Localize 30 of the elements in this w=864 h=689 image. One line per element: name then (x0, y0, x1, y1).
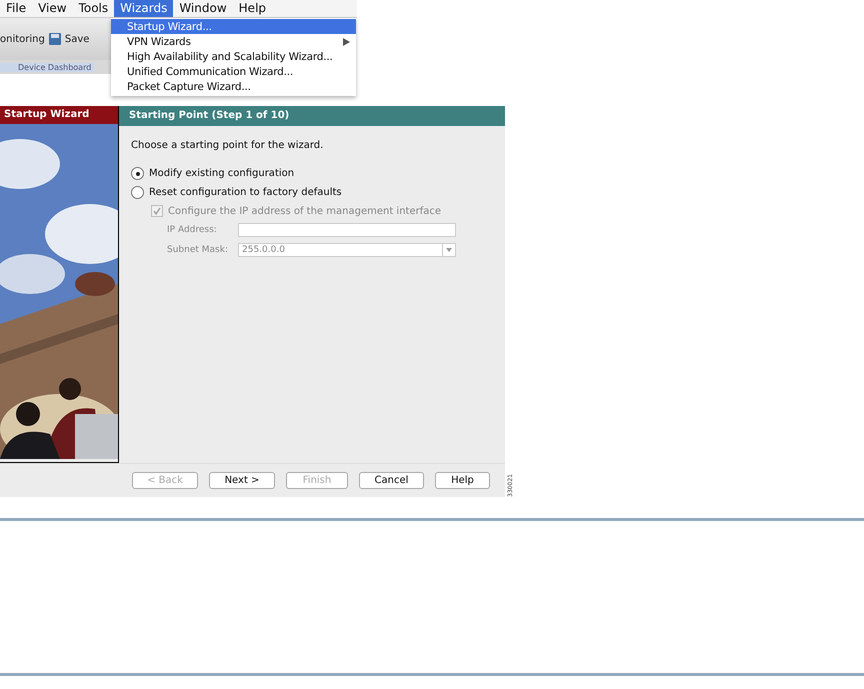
ip-address-field[interactable] (238, 223, 456, 237)
checkbox-label: Configure the IP address of the management interface (168, 206, 442, 216)
menu-entry[interactable]: High Availability and Scalability Wizard... (111, 49, 356, 64)
dialog-button[interactable]: Cancel (359, 472, 424, 489)
wizard-title: Startup Wizard (0, 106, 118, 124)
menu-entry[interactable]: VPN Wizards (111, 34, 356, 49)
menu-item[interactable]: File (0, 0, 32, 17)
save-button[interactable]: Save (64, 34, 90, 44)
menu-item[interactable]: View (32, 0, 73, 17)
radio-label[interactable]: Reset configuration to factory defaults (149, 187, 342, 198)
field-label: IP Address: (167, 225, 218, 235)
radio-button[interactable] (131, 167, 144, 180)
menu-item[interactable]: Tools (72, 0, 114, 17)
dialog-button[interactable]: Next > (209, 472, 275, 489)
radio-label[interactable]: Modify existing configuration (149, 168, 294, 179)
menu-item[interactable]: Help (232, 0, 272, 17)
menu-item[interactable]: Window (173, 0, 233, 17)
dialog-button[interactable]: Help (435, 472, 490, 489)
prompt-text: Choose a starting point for the wizard. (131, 140, 324, 151)
menu-entry[interactable]: Packet Capture Wizard... (111, 79, 356, 94)
menu-entry[interactable]: Startup Wizard... (111, 19, 356, 34)
caret-icon (446, 248, 452, 252)
step-title: Starting Point (Step 1 of 10) (119, 106, 505, 126)
radio-button[interactable] (131, 186, 144, 199)
menu-entry[interactable]: Unified Communication Wizard... (111, 64, 356, 79)
field-label: Subnet Mask: (167, 245, 229, 255)
menu-item[interactable]: Wizards (114, 0, 174, 17)
dashboard-tab[interactable]: Device Dashboard (0, 62, 94, 72)
subnet-mask-select[interactable]: 255.0.0.0 (238, 243, 456, 257)
toolbar-label[interactable]: onitoring (0, 34, 45, 44)
